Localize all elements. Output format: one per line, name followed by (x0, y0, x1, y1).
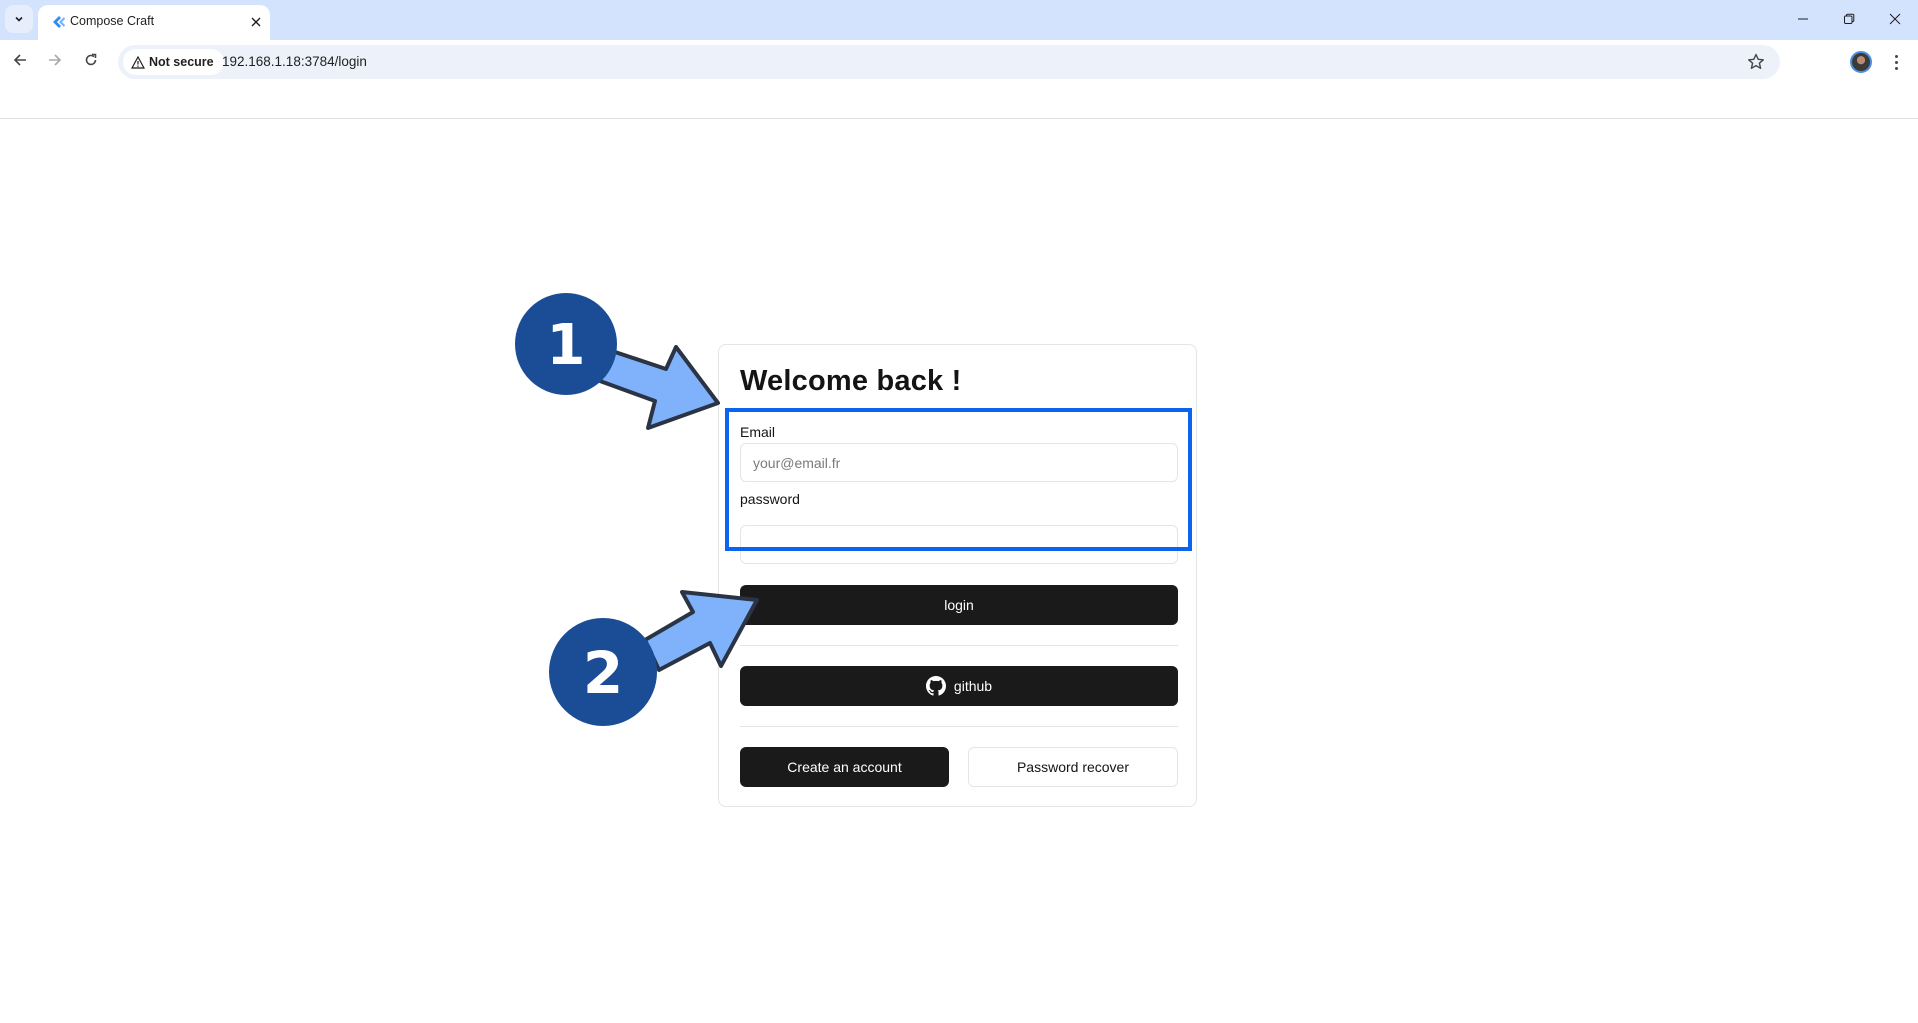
address-bar[interactable]: Not secure 192.168.1.18:3784/login (118, 45, 1780, 79)
page-title: Welcome back ! (740, 365, 962, 397)
step-1-number: 1 (547, 313, 586, 378)
tab-title: Compose Craft (70, 14, 155, 28)
tab-search-button[interactable] (5, 5, 33, 33)
step-2-number: 2 (583, 639, 623, 707)
tab-close-button[interactable] (246, 12, 266, 32)
security-label: Not secure (149, 55, 214, 69)
compose-craft-logo-icon (53, 16, 65, 28)
browser-window: Compose Craft Not secure 192.168.1.18:37… (0, 0, 1918, 1023)
tab-compose-craft[interactable]: Compose Craft (38, 5, 270, 40)
toolbar-divider (0, 118, 1918, 119)
restore-button[interactable] (1826, 0, 1872, 38)
tab-strip: Compose Craft (0, 0, 1918, 40)
url-text[interactable]: 192.168.1.18:3784/login (222, 54, 367, 69)
password-recover-label: Password recover (1016, 759, 1130, 775)
highlight-box (725, 408, 1192, 551)
browser-toolbar: Not secure 192.168.1.18:3784/login (0, 40, 1918, 118)
back-button[interactable] (6, 46, 34, 74)
close-window-button[interactable] (1872, 0, 1918, 38)
close-icon (1889, 13, 1901, 25)
avatar-icon[interactable] (1850, 51, 1872, 73)
github-login-button[interactable]: github (740, 666, 1178, 706)
step-1-badge (515, 293, 617, 395)
minimize-button[interactable] (1780, 0, 1826, 38)
login-button[interactable]: login (740, 585, 1178, 625)
divider (740, 726, 1178, 727)
create-account-label: Create an account (787, 759, 902, 775)
chevron-down-icon (15, 16, 23, 22)
kebab-menu-icon[interactable] (1886, 50, 1906, 74)
arrow-1 (598, 345, 720, 430)
minimize-icon (1798, 18, 1808, 20)
reload-button[interactable] (77, 46, 105, 74)
security-indicator[interactable]: Not secure (123, 49, 224, 75)
restore-icon (1844, 13, 1855, 24)
star-icon[interactable] (1746, 52, 1766, 72)
warning-triangle-icon (131, 55, 145, 69)
password-recover-button[interactable]: Password recover (968, 747, 1178, 787)
forward-button[interactable] (41, 46, 69, 74)
login-button-label: login (944, 597, 974, 613)
github-button-label: github (953, 678, 993, 694)
step-2-badge (549, 618, 657, 726)
close-icon (251, 17, 261, 27)
arrow-left-icon (13, 54, 26, 66)
divider (740, 645, 1178, 646)
github-icon (925, 676, 946, 696)
create-account-button[interactable]: Create an account (740, 747, 949, 787)
arrow-right-icon (49, 54, 62, 66)
reload-icon (85, 53, 97, 66)
